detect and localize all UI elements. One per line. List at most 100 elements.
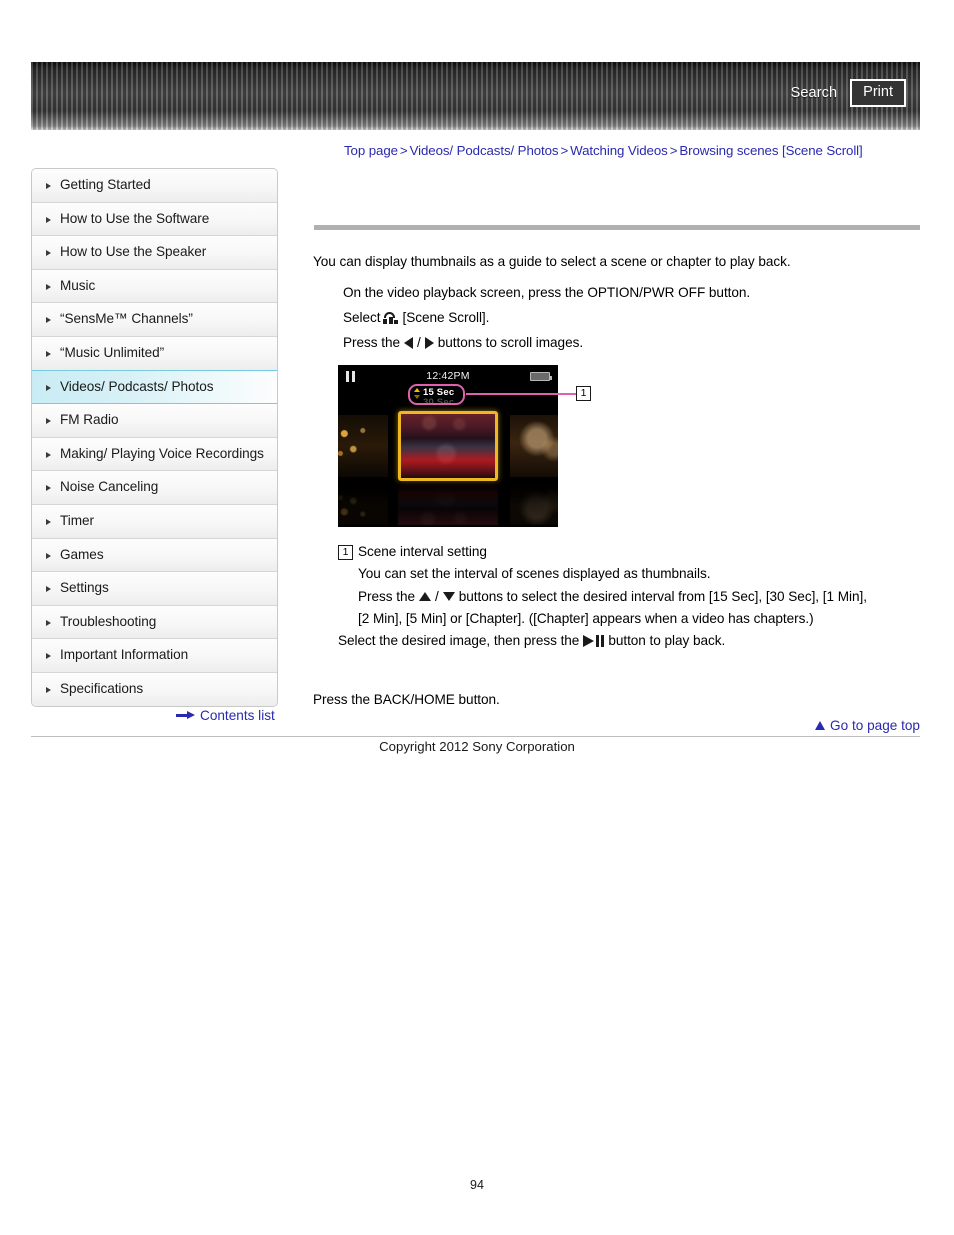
step-2-prefix: Select [343,310,381,325]
sidebar-item-games[interactable]: Games [32,538,277,573]
triangle-right-icon [46,317,51,324]
scene-thumbnail-strip [338,411,558,481]
sidebar-item-label: How to Use the Speaker [60,244,207,260]
callout-body: You can set the interval of scenes displ… [358,563,918,631]
header-controls: Search Print [791,62,906,124]
triangle-right-icon [46,586,51,593]
breadcrumb-separator: > [560,143,569,158]
callout-line-3: [2 Min], [5 Min] or [Chapter]. ([Chapter… [358,608,918,631]
breadcrumb-item-browsing-scenes[interactable]: Browsing scenes [Scene Scroll] [679,143,862,158]
step-3: Press the / buttons to scroll images. [343,330,750,355]
triangle-up-icon [418,592,431,602]
triangle-right-icon [46,686,51,693]
callout-heading: 1 Scene interval setting [338,544,918,560]
triangle-right-icon [46,216,51,223]
triangle-right-icon [46,183,51,189]
print-button[interactable]: Print [850,79,906,107]
step-3-suffix: buttons to scroll images. [437,335,584,350]
triangle-up-icon [414,388,420,392]
triangle-right-icon [46,619,51,626]
callout-explanation: 1 Scene interval setting You can set the… [338,544,918,631]
breadcrumb-item-top-page[interactable]: Top page [344,143,398,158]
battery-icon [530,372,552,381]
sidebar-item-important-information[interactable]: Important Information [32,639,277,673]
scene-thumbnail-selected [398,411,498,481]
sidebar-item-label: “SensMe™ Channels” [60,311,193,327]
thumbnail-reflection [398,481,498,525]
thumbnail-reflection [338,481,388,525]
select-image-instruction: Select the desired image, then press the… [338,633,725,648]
breadcrumb-separator: > [399,143,408,158]
step-2: Select [Scene Scroll]. [343,305,750,330]
sidebar-item-music-unlimited[interactable]: “Music Unlimited” [32,336,277,371]
callout-leader-line [466,393,576,395]
contents-list-link[interactable]: Contents list [176,708,275,723]
sidebar-item-noise-canceling[interactable]: Noise Canceling [32,471,277,505]
callout-line-3-text: [2 Min], [5 Min] or [Chapter]. ([Chapter… [358,611,814,626]
go-to-page-top-label: Go to page top [830,718,920,733]
back-home-instruction: Press the BACK/HOME button. [313,692,500,707]
sidebar-item-timer[interactable]: Timer [32,504,277,539]
triangle-right-icon [46,283,51,290]
sidebar-item-label: Videos/ Podcasts/ Photos [60,378,214,394]
sidebar-item-troubleshooting[interactable]: Troubleshooting [32,605,277,640]
scene-scroll-icon [383,311,399,324]
footer-divider [31,736,920,737]
callout-line-2-suffix: buttons to select the desired interval f… [458,588,867,604]
sidebar-item-label: Games [60,546,104,562]
sidebar-item-fm-radio[interactable]: FM Radio [32,404,277,438]
contents-list-label: Contents list [200,708,275,723]
triangle-right-icon [46,518,51,525]
sidebar-item-label: Making/ Playing Voice Recordings [60,445,264,461]
triangle-down-icon [414,395,420,399]
triangle-right-icon [46,384,51,391]
triangle-right-icon [46,350,51,357]
sidebar: Getting Started How to Use the Software … [31,168,278,707]
sidebar-item-specifications[interactable]: Specifications [32,672,277,706]
breadcrumb-item-videos-podcasts-photos[interactable]: Videos/ Podcasts/ Photos [410,143,559,158]
triangle-right-icon [46,250,51,257]
sidebar-item-how-to-use-the-software[interactable]: How to Use the Software [32,202,277,237]
sidebar-item-making-playing-voice-recordings[interactable]: Making/ Playing Voice Recordings [32,437,277,472]
page-number: 94 [470,1178,484,1192]
sidebar-item-label: Specifications [60,680,144,696]
intro-paragraph: You can display thumbnails as a guide to… [313,254,791,269]
triangle-right-icon [46,653,51,660]
copyright-text: Copyright 2012 Sony Corporation [379,739,575,754]
sidebar-item-sensme-channels[interactable]: “SensMe™ Channels” [32,303,277,337]
sidebar-item-getting-started[interactable]: Getting Started [32,169,277,203]
search-label[interactable]: Search [791,85,838,101]
callout-line-1-text: You can set the interval of scenes displ… [358,566,711,581]
sidebar-item-how-to-use-the-speaker[interactable]: How to Use the Speaker [32,236,277,270]
callout-marker-1: 1 [576,386,591,401]
breadcrumb-item-watching-videos[interactable]: Watching Videos [570,143,668,158]
sidebar-item-label: Timer [60,512,94,528]
go-to-page-top-link[interactable]: Go to page top [815,718,920,733]
step-1-text: On the video playback screen, press the … [343,285,751,300]
sidebar-item-label: “Music Unlimited” [60,344,165,360]
triangle-left-icon [403,336,413,349]
sidebar-item-settings[interactable]: Settings [32,572,277,606]
sidebar-item-label: How to Use the Software [60,210,210,226]
callout-line-1: You can set the interval of scenes displ… [358,563,918,586]
sidebar-item-videos-podcasts-photos[interactable]: Videos/ Podcasts/ Photos [32,369,277,405]
play-pause-icon [583,634,605,647]
sidebar-item-label: Noise Canceling [60,479,159,495]
interval-next-value: 30 Sec [423,397,455,405]
select-line-suffix: button to play back. [608,633,726,648]
thumbnail-reflections [338,481,558,527]
sidebar-item-label: Important Information [60,647,189,663]
sidebar-item-music[interactable]: Music [32,269,277,304]
header-banner: Search Print [31,62,920,130]
triangle-down-icon [442,592,455,602]
scene-thumbnail [338,415,388,477]
callout-line-2-prefix: Press the [358,588,415,604]
step-1: On the video playback screen, press the … [343,280,750,305]
sidebar-item-label: Settings [60,580,109,596]
callout-number-badge: 1 [338,545,353,560]
triangle-up-icon [815,721,826,730]
triangle-right-icon [46,485,51,492]
sidebar-item-label: Music [60,277,96,293]
sidebar-item-label: Troubleshooting [60,613,157,629]
triangle-right-icon [424,336,434,349]
